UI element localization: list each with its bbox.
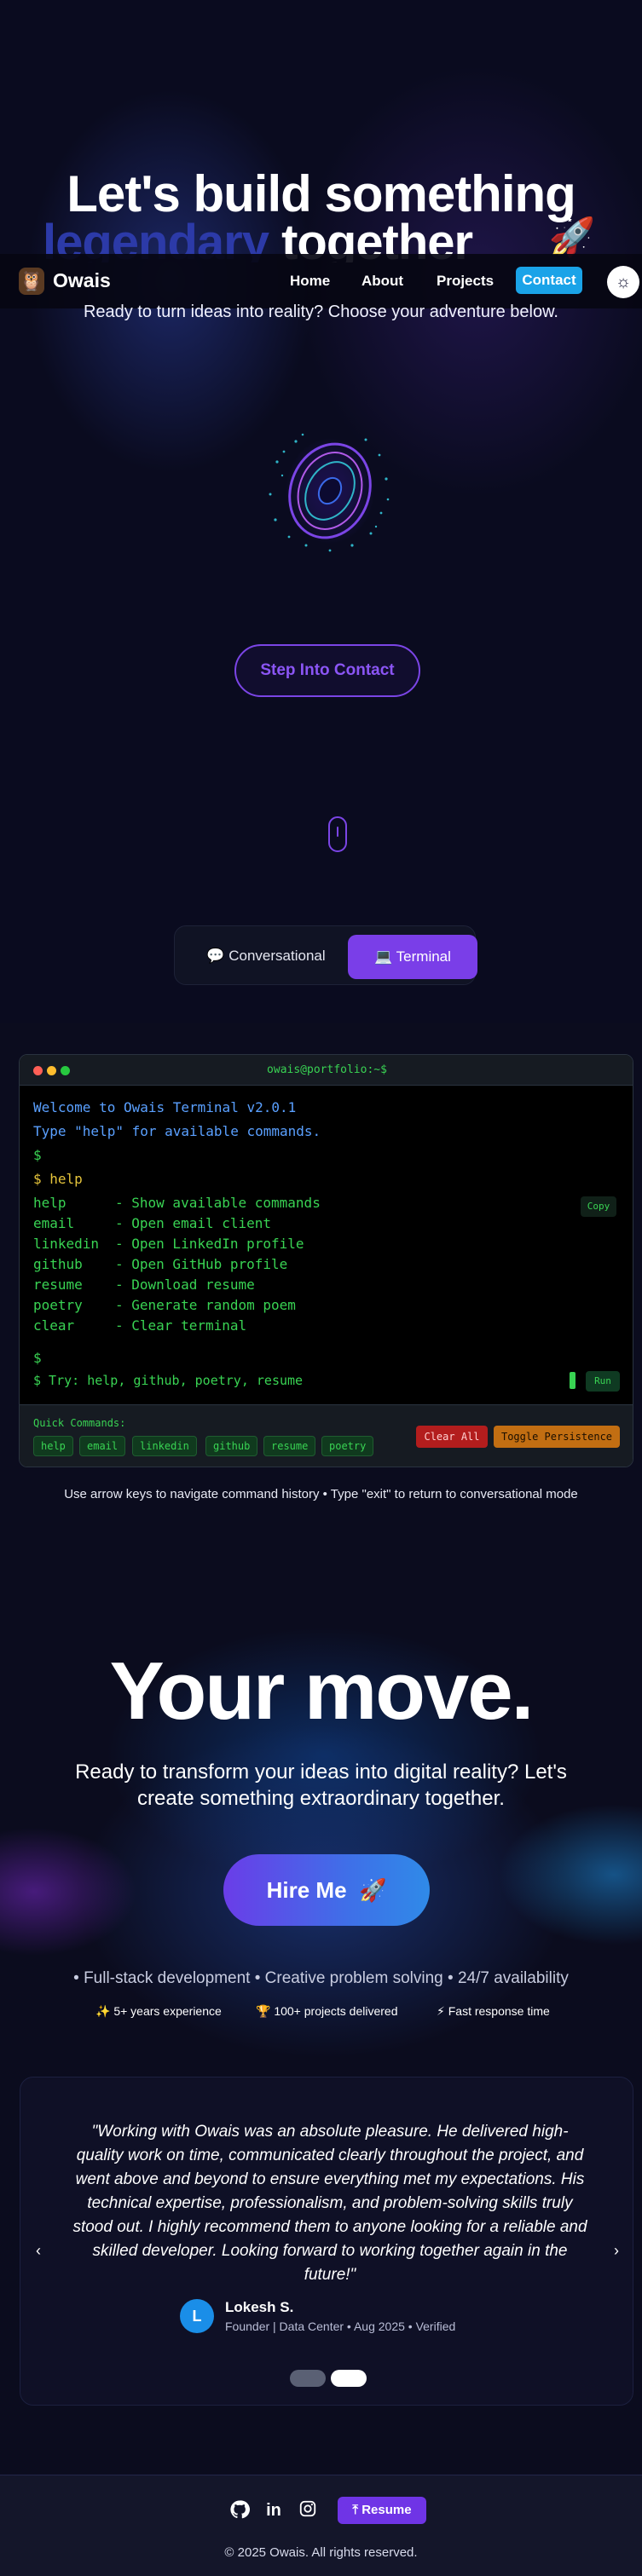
speech-bubble-icon: 💬 (206, 948, 225, 964)
resume-label: Resume (361, 2503, 412, 2517)
testimonial-quote: "Working with Owais was an absolute plea… (72, 2123, 587, 2284)
stat-experience: ✨ 5+ years experience (95, 2004, 222, 2019)
owl-icon[interactable]: 🦉 (19, 268, 44, 295)
mouse-scroll-icon (328, 816, 347, 852)
nav-contact-button[interactable]: Contact (516, 267, 582, 294)
quick-command-resume[interactable]: resume (263, 1436, 316, 1456)
quick-command-github[interactable]: github (205, 1436, 258, 1456)
stat-projects-label: 100+ projects delivered (274, 2004, 398, 2018)
skills-line: • Full-stack development • Creative prob… (73, 1969, 569, 1987)
terminal-command-name: linkedin (33, 1236, 100, 1252)
slide-indicator-2[interactable] (331, 2370, 367, 2387)
cta-title: Your move. (109, 1645, 535, 1737)
instagram-icon[interactable] (297, 2499, 319, 2521)
terminal-command-name: clear (33, 1317, 75, 1334)
slide-indicator-1[interactable] (290, 2370, 326, 2387)
terminal-prompt: $ (33, 1147, 42, 1163)
hero-title: Let's build something (67, 165, 576, 222)
terminal-header: owais@portfolio:~$ (20, 1055, 633, 1086)
trophy-icon: 🏆 (256, 2004, 271, 2018)
terminal-command-desc: - Open email client (115, 1215, 272, 1231)
terminal-command-name: poetry (33, 1297, 83, 1313)
sparkles-icon: ✨ (95, 2004, 111, 2018)
copy-button[interactable]: Copy (581, 1196, 616, 1217)
mode-conversational-button[interactable]: 💬 Conversational (187, 938, 345, 974)
github-icon[interactable] (228, 2499, 251, 2521)
sun-icon: ☼ (615, 273, 632, 291)
stat-projects: 🏆 100+ projects delivered (256, 2004, 397, 2019)
terminal-command-desc: - Show available commands (115, 1195, 321, 1211)
terminal-help-hint: Type "help" for available commands. (33, 1123, 321, 1139)
resume-button[interactable]: ⤒ Resume (338, 2497, 426, 2524)
terminal-command-desc: - Open LinkedIn profile (115, 1236, 304, 1252)
hire-me-label: Hire Me (266, 1877, 347, 1903)
run-button[interactable]: Run (586, 1371, 620, 1392)
terminal-usage-hint: Use arrow keys to navigate command histo… (64, 1487, 578, 1501)
rocket-icon: 🚀 (352, 1877, 387, 1903)
avatar: L (180, 2299, 214, 2333)
quick-command-poetry[interactable]: poetry (321, 1436, 374, 1456)
terminal-input[interactable]: $ Try: help, github, poetry, resume (33, 1372, 303, 1389)
toggle-persistence-button[interactable]: Toggle Persistence (494, 1426, 620, 1448)
cta-subtitle: Ready to transform your ideas into digit… (75, 1761, 567, 1810)
stat-response: ⚡ Fast response time (437, 2004, 550, 2019)
mode-conversational-label: Conversational (228, 948, 326, 964)
terminal-title: owais@portfolio:~$ (267, 1063, 387, 1076)
step-into-contact-button[interactable]: Step Into Contact (234, 644, 420, 697)
footer: in ⤒ Resume © 2025 Owais. All rights res… (0, 2475, 642, 2576)
terminal-prompt-2: $ (33, 1350, 42, 1366)
clear-all-button[interactable]: Clear All (416, 1426, 488, 1448)
testimonial-meta: Founder | Data Center • Aug 2025 • Verif… (225, 2320, 456, 2333)
quick-commands-bar: Quick Commands: help email linkedin gith… (20, 1404, 633, 1467)
upload-icon: ⤒ (352, 2503, 359, 2517)
terminal-command-desc: - Download resume (115, 1276, 255, 1293)
terminal-window: owais@portfolio:~$ Welcome to Owais Term… (19, 1054, 633, 1467)
laptop-icon: 💻 (374, 948, 393, 965)
testimonial-card: "Working with Owais was an absolute plea… (20, 2077, 633, 2406)
theme-toggle-button[interactable]: ☼ (607, 266, 639, 298)
terminal-command: $ help (33, 1171, 83, 1187)
portal-icon[interactable] (252, 418, 405, 571)
terminal-command-desc: - Open GitHub profile (115, 1256, 288, 1272)
mode-switch: 💬 Conversational 💻 Terminal (174, 925, 477, 985)
logo-text[interactable]: Owais (53, 269, 111, 292)
terminal-command-name: help (33, 1195, 67, 1211)
lightning-icon: ⚡ (437, 2004, 445, 2018)
terminal-command-desc: - Clear terminal (115, 1317, 247, 1334)
stat-experience-label: 5+ years experience (113, 2004, 222, 2018)
terminal-command-name: resume (33, 1276, 83, 1293)
rocket-icon: 🚀 (548, 216, 596, 258)
terminal-command-name: email (33, 1215, 75, 1231)
stat-response-label: Fast response time (448, 2004, 550, 2018)
nav-link-home[interactable]: Home (290, 273, 330, 290)
terminal-welcome: Welcome to Owais Terminal v2.0.1 (33, 1099, 297, 1115)
testimonial-author: Lokesh S. (225, 2299, 294, 2315)
mode-terminal-label: Terminal (396, 948, 451, 965)
quick-commands-label: Quick Commands: (33, 1417, 126, 1429)
quick-command-linkedin[interactable]: linkedin (132, 1436, 197, 1456)
scroll-wheel (337, 827, 338, 837)
copyright: © 2025 Owais. All rights reserved. (224, 2545, 418, 2560)
hero-subtitle: Ready to turn ideas into reality? Choose… (83, 303, 558, 321)
nav-link-projects[interactable]: Projects (437, 273, 494, 290)
quick-command-help[interactable]: help (33, 1436, 73, 1456)
terminal-command-desc: - Generate random poem (115, 1297, 296, 1313)
terminal-command-name: github (33, 1256, 83, 1272)
chevron-left-icon[interactable]: ‹ (27, 2239, 49, 2262)
terminal-cursor (570, 1372, 575, 1389)
chevron-right-icon[interactable]: › (605, 2239, 628, 2262)
mode-terminal-button[interactable]: 💻 Terminal (348, 935, 477, 979)
linkedin-icon[interactable]: in (263, 2499, 285, 2521)
quick-command-email[interactable]: email (79, 1436, 126, 1456)
nav-link-about[interactable]: About (361, 273, 403, 290)
hire-me-button[interactable]: Hire Me 🚀 (223, 1854, 430, 1926)
